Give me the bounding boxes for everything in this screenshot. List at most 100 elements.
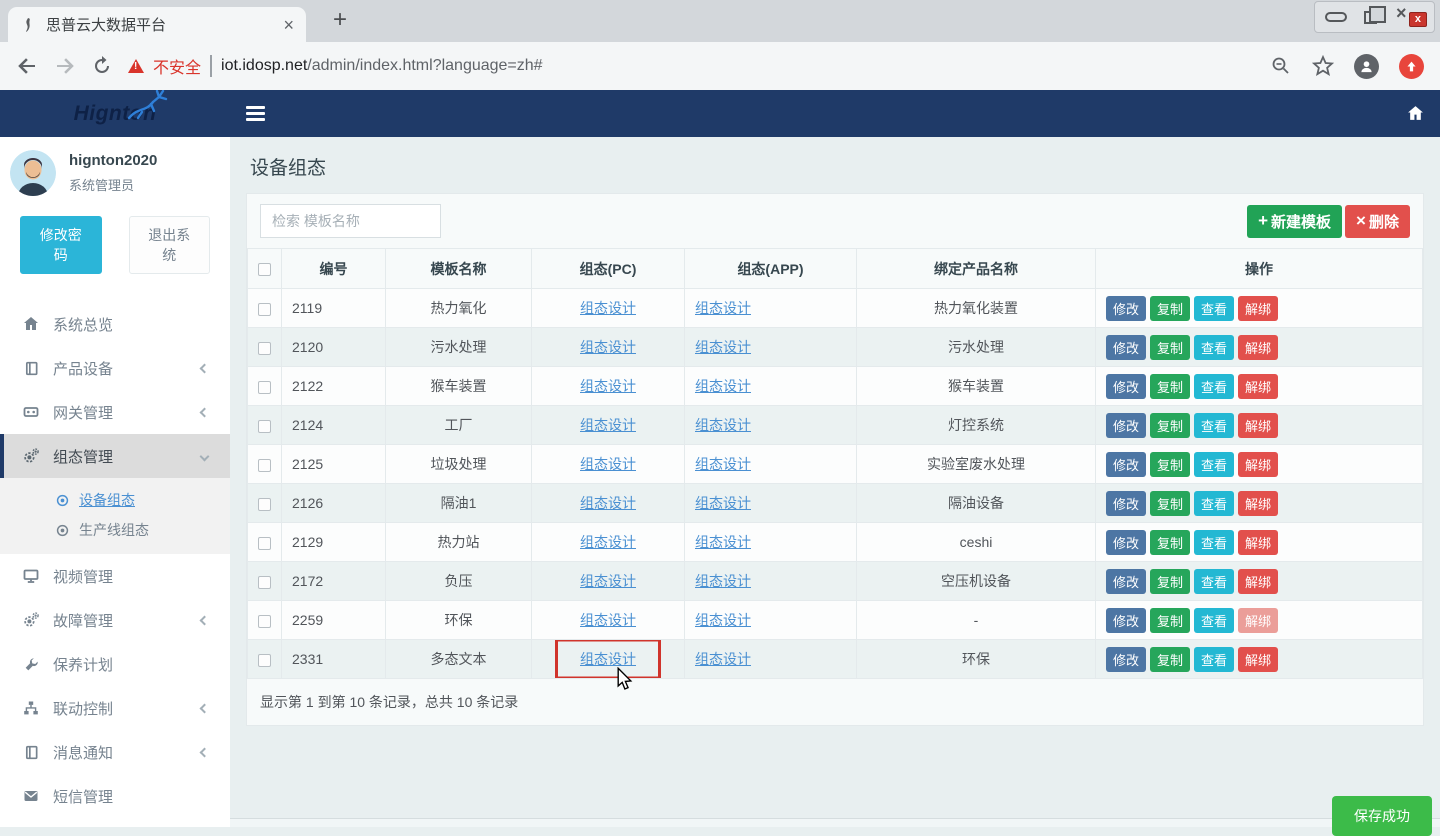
bookmark-star-icon[interactable] (1312, 55, 1334, 77)
view-button[interactable]: 查看 (1194, 374, 1234, 399)
pc-design-link[interactable]: 组态设计 (580, 612, 636, 628)
view-button[interactable]: 查看 (1194, 569, 1234, 594)
app-design-link[interactable]: 组态设计 (695, 339, 751, 355)
copy-button[interactable]: 复制 (1150, 374, 1190, 399)
modify-button[interactable]: 修改 (1106, 374, 1146, 399)
sidebar-item-sms-mgmt[interactable]: 短信管理 (0, 774, 230, 818)
sidebar-item-message-notify[interactable]: 消息通知 (0, 730, 230, 774)
copy-button[interactable]: 复制 (1150, 491, 1190, 516)
window-minimize-button[interactable] (1325, 12, 1347, 22)
delete-button[interactable]: ×删除 (1345, 205, 1410, 238)
modify-button[interactable]: 修改 (1106, 491, 1146, 516)
view-button[interactable]: 查看 (1194, 530, 1234, 555)
row-checkbox[interactable] (258, 420, 271, 433)
zoom-out-icon[interactable] (1270, 55, 1292, 77)
sidebar-item-gateway-mgmt[interactable]: 网关管理 (0, 390, 230, 434)
row-checkbox[interactable] (258, 303, 271, 316)
pc-design-link[interactable]: 组态设计 (580, 573, 636, 589)
pc-design-link[interactable]: 组态设计 (580, 651, 636, 667)
pc-design-link[interactable]: 组态设计 (580, 495, 636, 511)
modify-button[interactable]: 修改 (1106, 335, 1146, 360)
sidebar-item-fault-mgmt[interactable]: 故障管理 (0, 598, 230, 642)
app-design-link[interactable]: 组态设计 (695, 300, 751, 316)
sidebar-item-product-device[interactable]: 产品设备 (0, 346, 230, 390)
sidebar-item-system-overview[interactable]: 系统总览 (0, 302, 230, 346)
address-bar[interactable]: 不安全 iot.idosp.net/admin/index.html?langu… (128, 54, 1254, 78)
sidebar-item-line-scada[interactable]: 生产线组态 (0, 515, 230, 545)
sidebar-item-scada-mgmt[interactable]: 组态管理 (0, 434, 230, 478)
unbind-button[interactable]: 解绑 (1238, 452, 1278, 477)
search-input[interactable] (260, 204, 441, 238)
back-button[interactable] (16, 55, 38, 77)
browser-profile-icon[interactable] (1354, 54, 1379, 79)
new-template-button[interactable]: +新建模板 (1247, 205, 1342, 238)
unbind-button[interactable]: 解绑 (1238, 374, 1278, 399)
copy-button[interactable]: 复制 (1150, 452, 1190, 477)
tab-close-icon[interactable]: × (283, 16, 294, 34)
unbind-button[interactable]: 解绑 (1238, 296, 1278, 321)
app-design-link[interactable]: 组态设计 (695, 417, 751, 433)
row-checkbox[interactable] (258, 459, 271, 472)
copy-button[interactable]: 复制 (1150, 413, 1190, 438)
unbind-button[interactable]: 解绑 (1238, 413, 1278, 438)
unbind-button[interactable]: 解绑 (1238, 491, 1278, 516)
browser-tab[interactable]: 思普云大数据平台 × (8, 7, 306, 42)
view-button[interactable]: 查看 (1194, 647, 1234, 672)
window-close-button[interactable]: × x (1394, 5, 1424, 29)
view-button[interactable]: 查看 (1194, 491, 1234, 516)
pc-design-link[interactable]: 组态设计 (580, 534, 636, 550)
app-design-link[interactable]: 组态设计 (695, 573, 751, 589)
select-all-checkbox[interactable] (258, 263, 271, 276)
row-checkbox[interactable] (258, 342, 271, 355)
pc-design-link[interactable]: 组态设计 (580, 300, 636, 316)
unbind-button[interactable]: 解绑 (1238, 608, 1278, 633)
sidebar-item-video-mgmt[interactable]: 视频管理 (0, 554, 230, 598)
app-design-link[interactable]: 组态设计 (695, 456, 751, 472)
modify-button[interactable]: 修改 (1106, 608, 1146, 633)
app-design-link[interactable]: 组态设计 (695, 612, 751, 628)
logout-button[interactable]: 退出系统 (129, 216, 211, 274)
unbind-button[interactable]: 解绑 (1238, 569, 1278, 594)
row-checkbox[interactable] (258, 537, 271, 550)
change-password-button[interactable]: 修改密码 (20, 216, 102, 274)
row-checkbox[interactable] (258, 381, 271, 394)
modify-button[interactable]: 修改 (1106, 530, 1146, 555)
pc-design-link[interactable]: 组态设计 (580, 456, 636, 472)
row-checkbox[interactable] (258, 576, 271, 589)
unbind-button[interactable]: 解绑 (1238, 530, 1278, 555)
unbind-button[interactable]: 解绑 (1238, 335, 1278, 360)
hamburger-menu-icon[interactable] (246, 103, 265, 124)
modify-button[interactable]: 修改 (1106, 413, 1146, 438)
row-checkbox[interactable] (258, 498, 271, 511)
pc-design-link[interactable]: 组态设计 (580, 339, 636, 355)
view-button[interactable]: 查看 (1194, 452, 1234, 477)
copy-button[interactable]: 复制 (1150, 296, 1190, 321)
new-tab-button[interactable]: + (326, 6, 354, 34)
pc-design-link[interactable]: 组态设计 (580, 378, 636, 394)
sidebar-item-space-mgmt[interactable]: 空间管理 (0, 818, 230, 827)
row-checkbox[interactable] (258, 615, 271, 628)
pc-design-link[interactable]: 组态设计 (580, 417, 636, 433)
copy-button[interactable]: 复制 (1150, 647, 1190, 672)
copy-button[interactable]: 复制 (1150, 569, 1190, 594)
view-button[interactable]: 查看 (1194, 413, 1234, 438)
row-checkbox[interactable] (258, 654, 271, 667)
modify-button[interactable]: 修改 (1106, 569, 1146, 594)
app-design-link[interactable]: 组态设计 (695, 651, 751, 667)
app-design-link[interactable]: 组态设计 (695, 495, 751, 511)
view-button[interactable]: 查看 (1194, 296, 1234, 321)
sidebar-item-maintenance-plan[interactable]: 保养计划 (0, 642, 230, 686)
forward-button[interactable] (54, 55, 76, 77)
copy-button[interactable]: 复制 (1150, 530, 1190, 555)
window-restore-button[interactable] (1364, 11, 1377, 24)
view-button[interactable]: 查看 (1194, 608, 1234, 633)
view-button[interactable]: 查看 (1194, 335, 1234, 360)
copy-button[interactable]: 复制 (1150, 335, 1190, 360)
modify-button[interactable]: 修改 (1106, 452, 1146, 477)
app-design-link[interactable]: 组态设计 (695, 378, 751, 394)
copy-button[interactable]: 复制 (1150, 608, 1190, 633)
sidebar-item-device-scada[interactable]: 设备组态 (0, 485, 230, 515)
modify-button[interactable]: 修改 (1106, 296, 1146, 321)
browser-update-icon[interactable] (1399, 54, 1424, 79)
home-icon[interactable] (1407, 105, 1424, 122)
